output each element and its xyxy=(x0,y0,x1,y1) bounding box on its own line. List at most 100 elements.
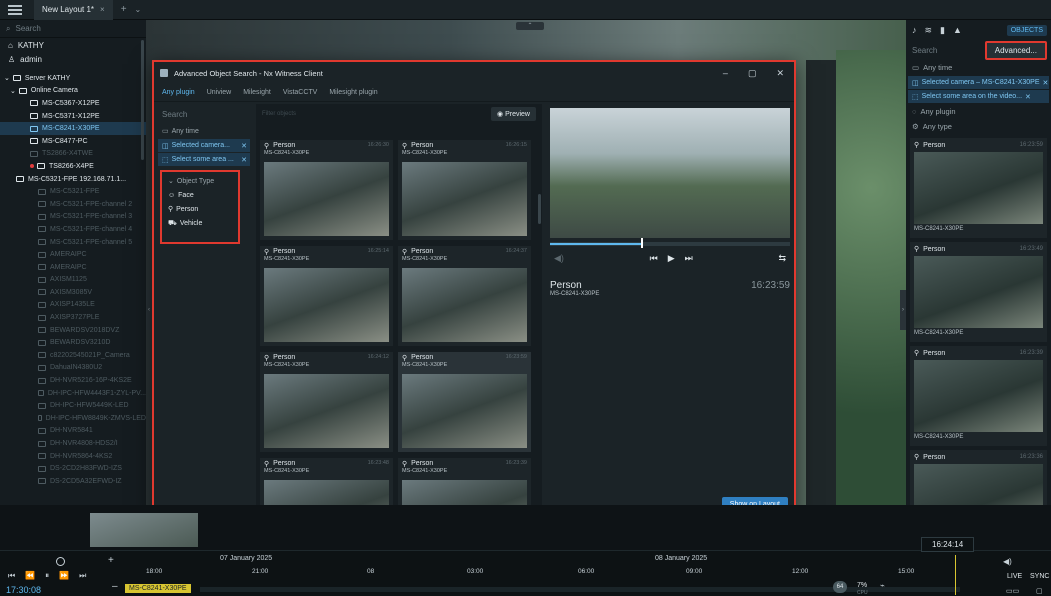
result-card[interactable]: ⚲ Person 16:26:15 MS-C8241-X30PE xyxy=(398,140,531,240)
camera-tree-item[interactable]: AMERAIPC xyxy=(0,261,146,274)
camera-tree-item[interactable]: AMERAIPC xyxy=(0,248,146,261)
plugin-tab[interactable]: Milesight plugin xyxy=(329,89,377,96)
user-name-row[interactable]: ⌂ KATHY xyxy=(0,38,146,52)
scrollbar[interactable] xyxy=(141,40,144,160)
jump-start-icon[interactable]: ⏮ xyxy=(8,571,15,581)
object-type-vehicle[interactable]: ⛟ Vehicle xyxy=(162,216,238,230)
camera-tree-item[interactable]: DH-NVR5216-16P-4KS2E xyxy=(0,374,146,387)
camera-tree-item[interactable]: BEWARDSV3210D xyxy=(0,336,146,349)
object-type-header[interactable]: ⌄ Object Type xyxy=(162,174,238,188)
camera-tree-item[interactable]: MS-C5367-X12PE xyxy=(0,97,146,110)
filter-objects-field[interactable]: Filter objects xyxy=(262,111,296,117)
camera-tree-item[interactable]: TS8266-X4PE xyxy=(0,160,146,173)
group-node[interactable]: ⌄ Online Camera xyxy=(0,85,146,98)
object-type-person[interactable]: ⚲ Person xyxy=(162,202,238,216)
object-type-face[interactable]: ☺ Face xyxy=(162,188,238,202)
selected-camera-chip[interactable]: ◫ Selected camera – MS-C8241-X30PE ✕ xyxy=(908,76,1049,89)
bell-icon[interactable]: ♪ xyxy=(912,25,917,35)
camera-tree-item[interactable]: DH-NVR4808-HDS2/I xyxy=(0,437,146,450)
bookmark-icon[interactable]: ▮ xyxy=(940,25,945,36)
resource-search[interactable]: ⌕ Search xyxy=(0,20,146,38)
jump-end-icon[interactable]: ⏭ xyxy=(79,571,86,581)
plugin-tab[interactable]: Any plugin xyxy=(162,89,195,96)
camera-tree-item[interactable]: DS-2CD5A32EFWD-IZ xyxy=(0,475,146,488)
new-tab-button[interactable]: + xyxy=(121,4,127,15)
live-marker[interactable] xyxy=(955,555,956,595)
any-time-filter[interactable]: ▭ Any time xyxy=(906,60,1051,75)
zoom-out-button[interactable]: – xyxy=(112,581,118,592)
tabs-menu-chevron-icon[interactable]: ⌄ xyxy=(135,5,142,14)
camera-tree-item[interactable]: AXISP1435LE xyxy=(0,299,146,312)
camera-tree-item[interactable]: DS-2CD2H83FWD-IZS xyxy=(0,462,146,475)
camera-tree-item[interactable]: MS-C5321-FPE-channel 2 xyxy=(0,198,146,211)
preview-playhead[interactable] xyxy=(641,238,644,248)
preview-toggle-button[interactable]: ◉ Preview xyxy=(491,107,536,121)
dialog-search-field[interactable]: Search xyxy=(156,104,252,124)
camera-tree-item[interactable]: c82202545021P_Camera xyxy=(0,349,146,362)
preview-video[interactable] xyxy=(550,108,790,238)
any-time-filter[interactable]: ▭ Any time xyxy=(156,124,252,138)
camera-tree-item[interactable]: MS-C8477-PC xyxy=(0,135,146,148)
result-card[interactable]: ⚲ Person 16:24:37 MS-C8241-X30PE xyxy=(398,246,531,346)
user-role-row[interactable]: ♙ admin xyxy=(0,52,146,66)
main-menu-icon[interactable] xyxy=(8,4,22,15)
timeline-camera-chip[interactable]: MS-C8241-X30PE xyxy=(125,584,191,593)
previous-frame-icon[interactable]: ⏮ xyxy=(650,253,658,264)
camera-tree-item[interactable]: MS-C8241-X30PE xyxy=(0,122,146,135)
camera-tree-item[interactable]: DH-NVR5864-4KS2 xyxy=(0,450,146,463)
camera-tree-item[interactable]: DH-IPC-HFW8849K-ZMVS-LED xyxy=(0,412,146,425)
camera-tree-item[interactable]: AXISM3085V xyxy=(0,286,146,299)
camera-tree-item[interactable]: MS-C5321-FPE-channel 3 xyxy=(0,211,146,224)
volume-icon[interactable]: ◀) xyxy=(554,253,564,264)
live-button[interactable]: LIVE xyxy=(1007,573,1022,580)
plugin-tab[interactable]: Uniview xyxy=(207,89,232,96)
chip-close-icon[interactable]: ✕ xyxy=(1043,79,1049,87)
plugin-tab[interactable]: Milesight xyxy=(243,89,271,96)
right-result-card[interactable]: ⚲ Person 16:23:49 MS-C8241-X30PE xyxy=(910,242,1047,342)
right-search-field[interactable]: Search xyxy=(912,46,937,55)
camera-tree-item[interactable]: DH-IPC-HFW4443F1-ZYL-PV... xyxy=(0,387,146,400)
right-result-card[interactable]: ⚲ Person 16:23:39 MS-C8241-X30PE xyxy=(910,346,1047,446)
volume-icon[interactable]: ◀) xyxy=(1003,557,1012,566)
play-icon[interactable]: ▶ xyxy=(668,253,675,264)
plugin-tab[interactable]: VistaCCTV xyxy=(283,89,318,96)
result-card[interactable]: ⚲ Person 16:23:59 MS-C8241-X30PE xyxy=(398,352,531,452)
objects-tab[interactable]: OBJECTS xyxy=(1006,24,1047,36)
camera-tree-item[interactable]: TS2866-X4TWE xyxy=(0,148,146,161)
tab-close-icon[interactable]: × xyxy=(100,5,105,14)
timeline-thumbnail[interactable] xyxy=(90,513,198,547)
area-chip[interactable]: ⬚ Select some area ... ✕ xyxy=(158,153,250,166)
fullscreen-icon[interactable]: ▢ xyxy=(1036,587,1043,595)
sync-button[interactable]: SYNC xyxy=(1030,573,1049,580)
any-type-filter[interactable]: ⚙ Any type xyxy=(906,119,1051,134)
chip-close-icon[interactable]: ✕ xyxy=(1025,93,1031,101)
motion-icon[interactable]: ≋ xyxy=(925,25,933,36)
selected-camera-chip[interactable]: ◫ Selected camera... ✕ xyxy=(158,139,250,152)
camera-tree-item[interactable]: DH-NVR5841 xyxy=(0,425,146,438)
camera-tree-item[interactable]: DH-IPC-HFW5449K-LED xyxy=(0,399,146,412)
dialog-maximize-button[interactable]: ▢ xyxy=(748,68,757,79)
result-card[interactable]: ⚲ Person 16:26:30 MS-C8241-X30PE xyxy=(260,140,393,240)
camera-tree-item[interactable]: AXISP3727PLE xyxy=(0,311,146,324)
camera-tree-item[interactable]: MS-C5321-FPE-channel 5 xyxy=(0,236,146,249)
camera-tree-item[interactable]: DahuaIN4380U2 xyxy=(0,362,146,375)
camera-tree-item[interactable]: MS-C5321-FPE-channel 4 xyxy=(0,223,146,236)
warning-icon[interactable]: ▲ xyxy=(953,25,962,35)
advanced-button[interactable]: Advanced... xyxy=(984,40,1047,60)
result-card[interactable]: ⚲ Person 16:25:14 MS-C8241-X30PE xyxy=(260,246,393,346)
camera-tree-item[interactable]: BEWARDSV2018DVZ xyxy=(0,324,146,337)
preview-timeline[interactable] xyxy=(550,238,790,248)
rewind-icon[interactable]: ⏪ xyxy=(25,571,35,581)
grid-scrollbar[interactable] xyxy=(538,194,541,224)
collapse-top-icon[interactable]: ⌃ xyxy=(516,22,544,30)
speed-dial-icon[interactable] xyxy=(56,557,65,566)
fast-forward-icon[interactable]: ⏩ xyxy=(59,571,69,581)
zoom-in-button[interactable]: + xyxy=(108,555,114,566)
next-frame-icon[interactable]: ⏭ xyxy=(685,253,693,264)
dialog-minimize-button[interactable]: – xyxy=(723,68,728,79)
tab-layout[interactable]: New Layout 1* × xyxy=(34,0,113,20)
any-plugin-filter[interactable]: ◌ Any plugin xyxy=(906,104,1051,119)
area-chip[interactable]: ⬚ Select some area on the video... ✕ xyxy=(908,90,1049,103)
result-card[interactable]: ⚲ Person 16:24:12 MS-C8241-X30PE xyxy=(260,352,393,452)
chip-close-icon[interactable]: ✕ xyxy=(241,156,247,164)
